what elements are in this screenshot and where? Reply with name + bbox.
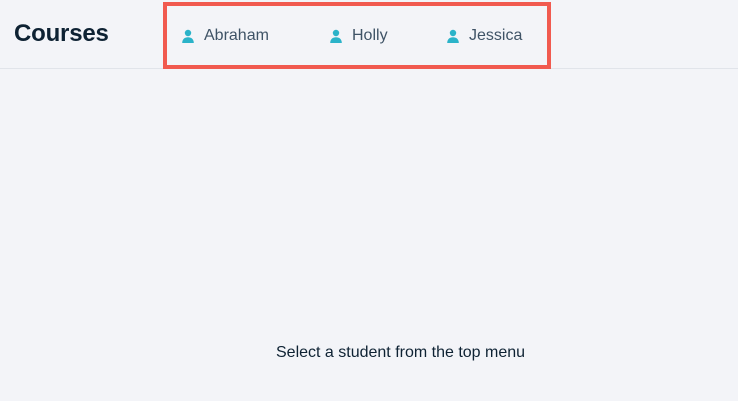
person-icon bbox=[446, 29, 460, 43]
empty-state-message: Select a student from the top menu bbox=[276, 344, 526, 361]
student-menu-item-abraham[interactable]: Abraham bbox=[181, 6, 269, 65]
page-title: Courses bbox=[14, 20, 109, 47]
student-menu-item-holly[interactable]: Holly bbox=[329, 6, 388, 65]
student-menu: Abraham Holly Jessica bbox=[163, 2, 551, 69]
student-menu-item-label: Abraham bbox=[204, 26, 269, 44]
top-bar: Courses Abraham Holly Jessica bbox=[0, 0, 738, 69]
student-menu-item-label: Holly bbox=[352, 26, 388, 44]
person-icon bbox=[181, 29, 195, 43]
student-menu-item-label: Jessica bbox=[469, 26, 523, 44]
courses-app: Courses Abraham Holly Jessica Select a s… bbox=[0, 0, 738, 401]
student-menu-item-jessica[interactable]: Jessica bbox=[446, 6, 522, 65]
person-icon bbox=[329, 29, 343, 43]
